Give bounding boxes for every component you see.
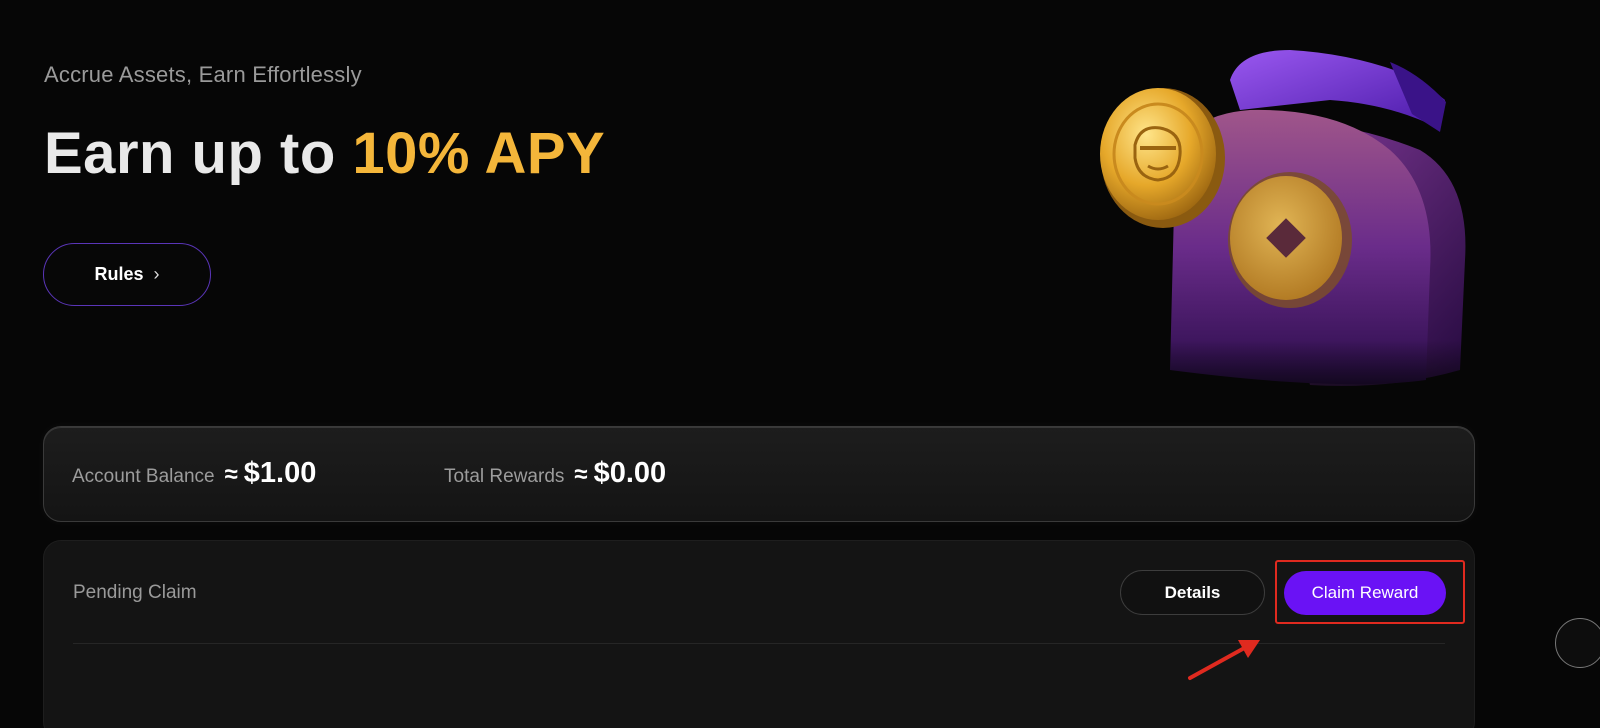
- total-rewards: Total Rewards ≈ $0.00: [444, 457, 666, 490]
- account-balance: Account Balance ≈ $1.00: [72, 457, 316, 490]
- earn-page: Accrue Assets, Earn Effortlessly Earn up…: [0, 0, 1600, 728]
- headline-prefix: Earn up to: [44, 121, 353, 186]
- headline-apy: 10% APY: [352, 121, 606, 186]
- total-rewards-value: $0.00: [593, 457, 667, 489]
- account-balance-approx: ≈: [224, 461, 238, 488]
- total-rewards-approx: ≈: [574, 461, 588, 488]
- balance-card: Account Balance ≈ $1.00 Total Rewards ≈ …: [43, 426, 1475, 522]
- hero-headline: Earn up to 10% APY: [44, 120, 605, 187]
- pending-claim-title: Pending Claim: [73, 582, 197, 603]
- claim-reward-button[interactable]: Claim Reward: [1284, 571, 1446, 615]
- total-rewards-label: Total Rewards: [444, 466, 565, 487]
- account-balance-value: $1.00: [243, 457, 317, 489]
- hero-subtitle: Accrue Assets, Earn Effortlessly: [44, 62, 362, 87]
- coin-wallet-illustration: [1090, 50, 1480, 412]
- details-button[interactable]: Details: [1120, 570, 1265, 615]
- account-balance-label: Account Balance: [72, 466, 215, 487]
- rules-label: Rules: [94, 264, 144, 284]
- rules-button[interactable]: Rules ›: [43, 243, 211, 306]
- chevron-right-icon: ›: [153, 264, 160, 284]
- red-arrow-icon: [1188, 640, 1260, 680]
- scroll-button[interactable]: [1555, 618, 1600, 668]
